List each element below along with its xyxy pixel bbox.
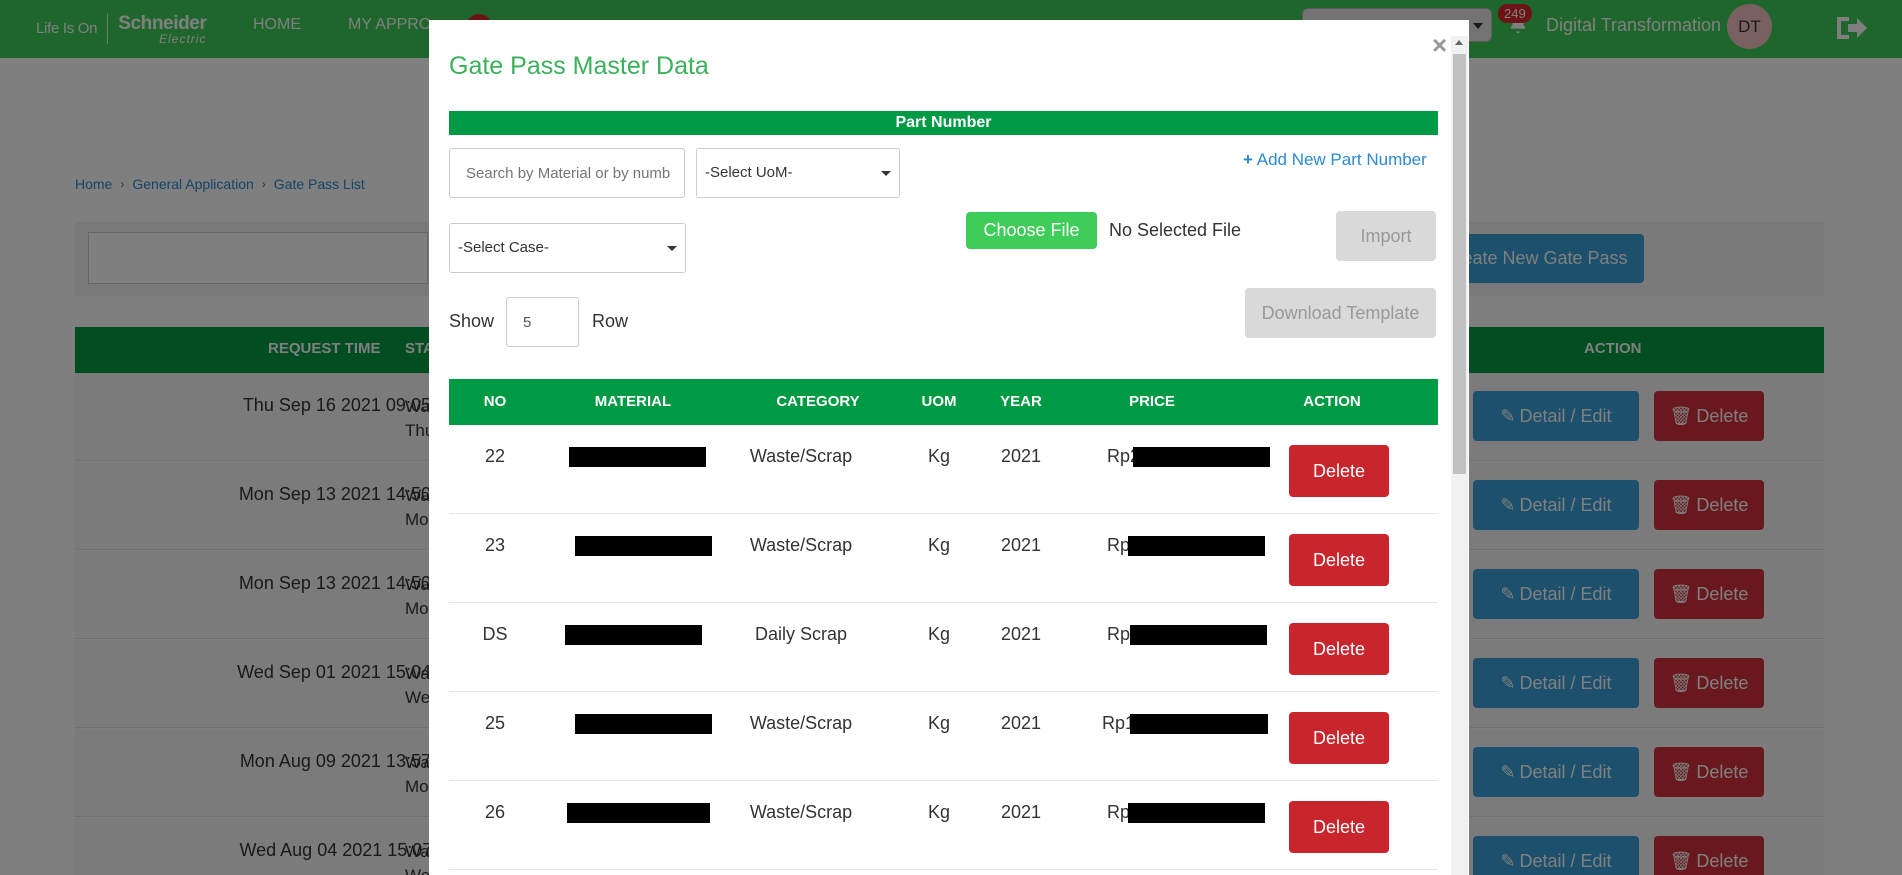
uom: Kg <box>927 624 951 644</box>
plus-icon: + <box>1243 150 1253 169</box>
material-redaction <box>575 714 712 734</box>
header-uom: UOM <box>921 393 957 410</box>
delete-button[interactable]: Delete <box>1289 445 1389 497</box>
show-label: Show <box>449 311 495 331</box>
part-number-table-header: NO MATERIAL CATEGORY UOM YEAR PRICE ACTI… <box>449 379 1438 425</box>
row-count-input[interactable] <box>506 297 579 347</box>
delete-button[interactable]: Delete <box>1289 534 1389 586</box>
price: Rp <box>1107 802 1131 822</box>
import-button[interactable]: Import <box>1336 211 1436 261</box>
delete-button[interactable]: Delete <box>1289 801 1389 853</box>
category: Waste/Scrap <box>749 713 853 733</box>
material-search-input[interactable] <box>449 148 685 198</box>
header-category: CATEGORY <box>776 393 860 410</box>
download-template-button[interactable]: Download Template <box>1245 288 1436 338</box>
uom-select[interactable]: -Select UoM- <box>696 148 900 198</box>
price: Rp <box>1107 624 1131 644</box>
add-new-part-number-label: Add New Part Number <box>1256 150 1427 169</box>
table-row: 23PWaste/ScrapKg2021RpDelete <box>449 514 1438 603</box>
table-row: 25 Waste/Scrap Kg 2021 Rp1 Delete <box>449 692 1438 781</box>
category: Daily Scrap <box>754 624 848 644</box>
part-no: 25 <box>484 713 506 733</box>
case-select[interactable]: -Select Case- <box>449 223 686 273</box>
chevron-down-icon <box>667 246 677 251</box>
chevron-down-icon <box>881 171 891 176</box>
price-redaction <box>1133 447 1270 467</box>
price-redaction <box>1130 714 1268 734</box>
header-price: PRICE <box>1129 393 1175 410</box>
part-no: 22 <box>484 446 506 466</box>
delete-button[interactable]: Delete <box>1289 712 1389 764</box>
category: Waste/Scrap <box>749 535 853 555</box>
uom-select-value: -Select UoM- <box>705 164 793 181</box>
table-row: DSSmall CableDaily ScrapKg2021RpDelete <box>449 603 1438 692</box>
year: 2021 <box>1000 713 1042 733</box>
part-no: DS <box>482 624 508 644</box>
material-redaction <box>567 803 710 823</box>
header-no: NO <box>483 393 507 410</box>
modal-scrollbar[interactable] <box>1451 36 1468 875</box>
modal-title: Gate Pass Master Data <box>449 52 709 80</box>
price: Rp <box>1107 535 1131 555</box>
case-select-value: -Select Case- <box>458 239 549 256</box>
uom: Kg <box>927 802 951 822</box>
scroll-up-icon[interactable] <box>1455 40 1463 45</box>
file-status-text: No Selected File <box>1109 220 1242 240</box>
year: 2021 <box>1000 446 1042 466</box>
part-no: 26 <box>484 802 506 822</box>
choose-file-button[interactable]: Choose File <box>966 212 1097 249</box>
delete-button[interactable]: Delete <box>1289 623 1389 675</box>
material-redaction <box>569 447 706 467</box>
header-year: YEAR <box>1000 393 1042 410</box>
header-action: ACTION <box>1303 393 1361 410</box>
material-redaction <box>575 536 712 556</box>
close-icon[interactable]: × <box>1432 32 1447 58</box>
row-label: Row <box>592 311 629 331</box>
price-redaction <box>1128 803 1265 823</box>
uom: Kg <box>927 713 951 733</box>
year: 2021 <box>1000 535 1042 555</box>
scrollbar-thumb[interactable] <box>1453 54 1466 474</box>
price-redaction <box>1128 536 1265 556</box>
year: 2021 <box>1000 624 1042 644</box>
category: Waste/Scrap <box>749 446 853 466</box>
uom: Kg <box>927 535 951 555</box>
year: 2021 <box>1000 802 1042 822</box>
add-new-part-number-link[interactable]: + Add New Part Number <box>1243 150 1427 170</box>
table-row: 22 Waste/Scrap Kg 2021 Rp2 Delete <box>449 425 1438 514</box>
section-header-part-number: Part Number <box>449 111 1438 135</box>
header-material: MATERIAL <box>594 393 672 410</box>
material-redaction <box>565 625 702 645</box>
category: Waste/Scrap <box>749 802 853 822</box>
uom: Kg <box>927 446 951 466</box>
part-no: 23 <box>484 535 506 555</box>
price-redaction <box>1130 625 1267 645</box>
table-row: 26 Waste/Scrap Kg 2021 Rp Delete <box>449 781 1438 870</box>
